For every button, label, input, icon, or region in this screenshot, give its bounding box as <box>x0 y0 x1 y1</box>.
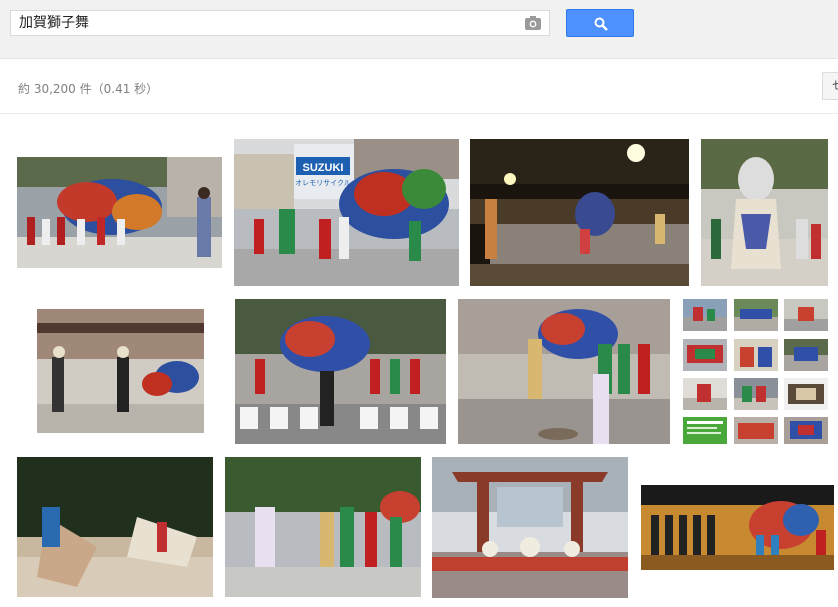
image-result[interactable] <box>470 139 689 286</box>
shop-sign-subtext: オレモリサイクル <box>295 179 351 187</box>
image-result[interactable] <box>734 299 778 331</box>
image-result[interactable] <box>641 485 834 570</box>
result-stats: 約 30,200 件（0.41 秒） <box>18 82 159 96</box>
image-result[interactable] <box>784 417 828 444</box>
search-header <box>0 0 838 59</box>
image-result[interactable] <box>784 299 828 331</box>
image-result[interactable] <box>734 339 778 371</box>
image-result[interactable] <box>37 309 204 433</box>
image-result[interactable] <box>683 417 727 444</box>
image-result[interactable] <box>734 417 778 444</box>
image-result[interactable] <box>683 339 727 371</box>
image-result[interactable] <box>17 457 213 597</box>
image-result[interactable] <box>683 299 727 331</box>
image-result[interactable] <box>784 378 828 410</box>
search-button[interactable] <box>566 9 634 37</box>
image-result[interactable] <box>225 457 421 597</box>
search-input[interactable] <box>19 11 499 35</box>
image-result[interactable] <box>235 299 446 444</box>
image-result[interactable] <box>784 339 828 371</box>
image-result[interactable] <box>734 378 778 410</box>
image-result[interactable] <box>17 157 222 268</box>
image-result[interactable] <box>458 299 670 444</box>
image-result[interactable] <box>432 457 628 598</box>
search-tools-button[interactable]: セ <box>822 72 838 100</box>
image-result[interactable] <box>683 378 727 410</box>
image-result[interactable] <box>701 139 828 286</box>
search-icon <box>594 17 608 31</box>
divider <box>0 113 838 114</box>
search-box[interactable] <box>10 10 550 36</box>
image-result[interactable]: SUZUKI オレモリサイクル <box>234 139 459 286</box>
camera-icon[interactable] <box>525 16 541 30</box>
shop-sign-text: SUZUKI <box>303 162 344 174</box>
